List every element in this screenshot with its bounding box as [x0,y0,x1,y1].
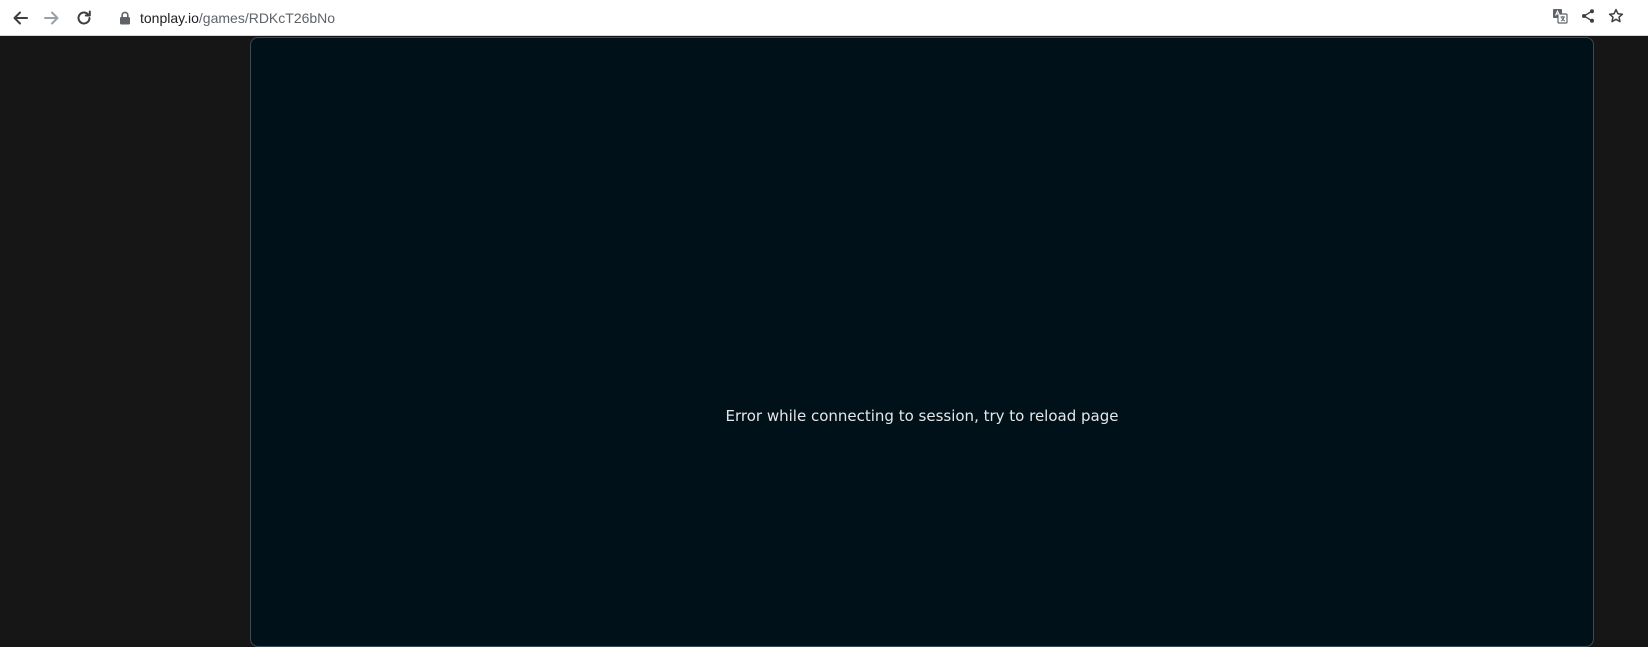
url-text[interactable]: tonplay.io/games/RDKcT26bNo [140,10,335,26]
reload-icon [75,9,93,27]
back-button[interactable] [6,4,34,32]
bookmark-button[interactable] [1602,4,1630,32]
lock-icon[interactable] [118,11,132,25]
address-bar[interactable]: tonplay.io/games/RDKcT26bNo [110,4,1550,32]
back-arrow-icon [11,9,29,27]
error-message: Error while connecting to session, try t… [725,407,1119,425]
share-button[interactable] [1574,4,1602,32]
url-path: /games/RDKcT26bNo [198,10,336,26]
forward-button[interactable] [38,4,66,32]
toolbar-actions [1546,4,1630,32]
url-host: tonplay.io [140,10,199,26]
share-icon [1580,8,1596,29]
reload-button[interactable] [70,4,98,32]
game-frame[interactable]: Error while connecting to session, try t… [250,37,1594,647]
translate-icon [1552,8,1568,29]
browser-toolbar: tonplay.io/games/RDKcT26bNo [0,0,1648,36]
forward-arrow-icon [43,9,61,27]
star-icon [1608,8,1624,29]
translate-button[interactable] [1546,4,1574,32]
